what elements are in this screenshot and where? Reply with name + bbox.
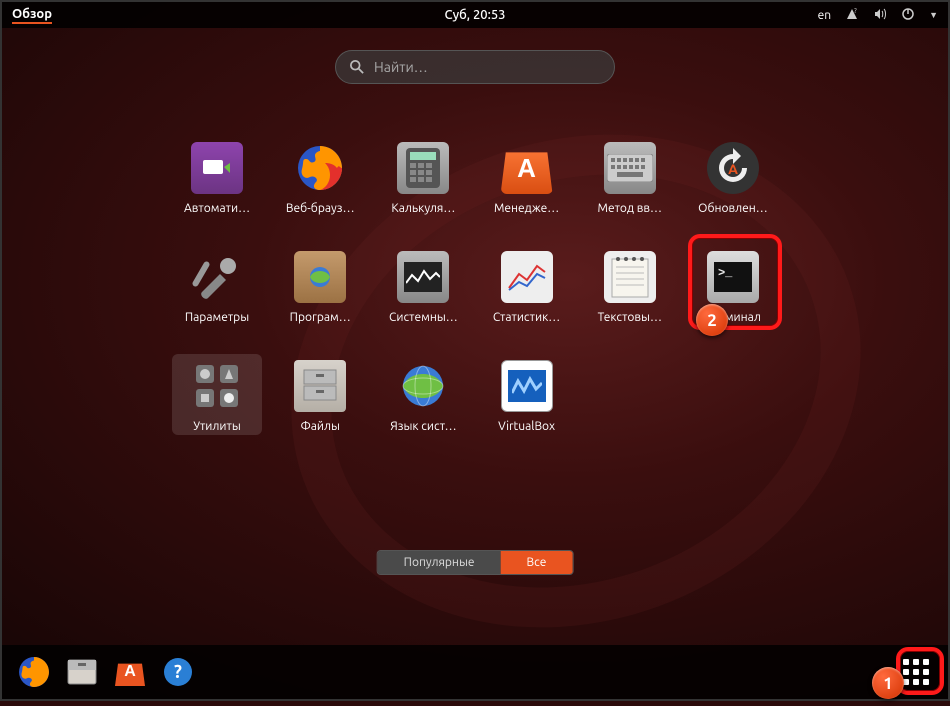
activities-button[interactable]: Обзор <box>12 7 52 24</box>
app-label: Файлы <box>275 420 365 433</box>
app-automation[interactable]: Автомати… <box>172 136 262 217</box>
search-input[interactable] <box>374 59 600 75</box>
keyboard-layout-indicator[interactable]: en <box>818 9 831 22</box>
app-label: Системны… <box>378 311 468 324</box>
globe-icon <box>395 358 451 414</box>
app-system-monitor[interactable]: Системны… <box>378 245 468 326</box>
app-label: VirtualBox <box>482 420 572 433</box>
wrench-screwdriver-icon <box>189 249 245 305</box>
app-label: Текстовы… <box>585 311 675 324</box>
top-bar: Обзор Суб, 20:53 en ? ▼ <box>2 2 948 28</box>
activities-overview: Автомати… Веб-брауз… Калькуля… A Менедже…… <box>2 28 948 645</box>
dock-firefox[interactable] <box>16 654 52 690</box>
app-utilities[interactable]: Утилиты <box>172 354 262 435</box>
app-label: Обновлен… <box>688 202 778 215</box>
firefox-icon <box>292 140 348 196</box>
app-update[interactable]: A Обновлен… <box>688 136 778 217</box>
app-virtualbox[interactable]: VirtualBox <box>482 354 572 435</box>
tab-frequent[interactable]: Популярные <box>378 551 501 574</box>
app-settings[interactable]: Параметры <box>172 245 262 326</box>
svg-text:?: ? <box>174 662 182 682</box>
monitor-icon <box>397 251 449 303</box>
app-software[interactable]: Програм… <box>275 245 365 326</box>
virtualbox-icon <box>501 360 553 412</box>
app-manager[interactable]: A Менедже… <box>482 136 572 217</box>
svg-text:?: ? <box>854 7 857 15</box>
terminal-icon: >_ <box>707 251 759 303</box>
app-label: Веб-брауз… <box>275 202 365 215</box>
app-text-editor[interactable]: Текстовы… <box>585 245 675 326</box>
callout-two: 2 <box>696 304 728 336</box>
chevron-down-icon[interactable]: ▼ <box>929 10 938 20</box>
clock[interactable]: Суб, 20:53 <box>444 8 505 22</box>
utilities-folder-icon <box>189 358 245 414</box>
app-label: Менедже… <box>482 202 572 215</box>
network-icon[interactable]: ? <box>845 7 859 24</box>
calculator-icon <box>397 142 449 194</box>
app-files[interactable]: Файлы <box>275 354 365 435</box>
search-icon <box>350 60 364 74</box>
app-language[interactable]: Язык сист… <box>378 354 468 435</box>
app-label: Калькуля… <box>378 202 468 215</box>
update-icon: A <box>707 142 759 194</box>
app-label: Автомати… <box>172 202 262 215</box>
app-grid: Автомати… Веб-брауз… Калькуля… A Менедже…… <box>172 136 778 435</box>
package-icon <box>294 251 346 303</box>
app-label: Статистик… <box>482 311 572 324</box>
app-label: Метод вв… <box>585 202 675 215</box>
dock: A ? <box>2 645 948 699</box>
chart-icon <box>501 251 553 303</box>
system-tray: en ? ▼ <box>818 7 938 24</box>
dock-files[interactable] <box>64 654 100 690</box>
dock-software[interactable]: A <box>112 654 148 690</box>
app-calculator[interactable]: Калькуля… <box>378 136 468 217</box>
app-statistics[interactable]: Статистик… <box>482 245 572 326</box>
search-bar[interactable] <box>335 50 615 84</box>
callout-one: 1 <box>872 667 904 699</box>
app-label: Програм… <box>275 311 365 324</box>
svg-text:A: A <box>728 161 738 177</box>
volume-icon[interactable] <box>873 7 887 24</box>
app-label: Параметры <box>172 311 262 324</box>
power-icon[interactable] <box>901 7 915 24</box>
app-label: Язык сист… <box>378 420 468 433</box>
app-input-method[interactable]: Метод вв… <box>585 136 675 217</box>
notepad-icon <box>604 251 656 303</box>
dock-help[interactable]: ? <box>160 654 196 690</box>
view-tabs: Популярные Все <box>377 550 574 575</box>
software-bag-icon: A <box>501 142 553 194</box>
file-cabinet-icon <box>294 360 346 412</box>
app-label: Утилиты <box>172 420 262 433</box>
keyboard-icon <box>604 142 656 194</box>
tab-all[interactable]: Все <box>501 551 573 574</box>
app-firefox[interactable]: Веб-брауз… <box>275 136 365 217</box>
automation-icon <box>191 142 243 194</box>
